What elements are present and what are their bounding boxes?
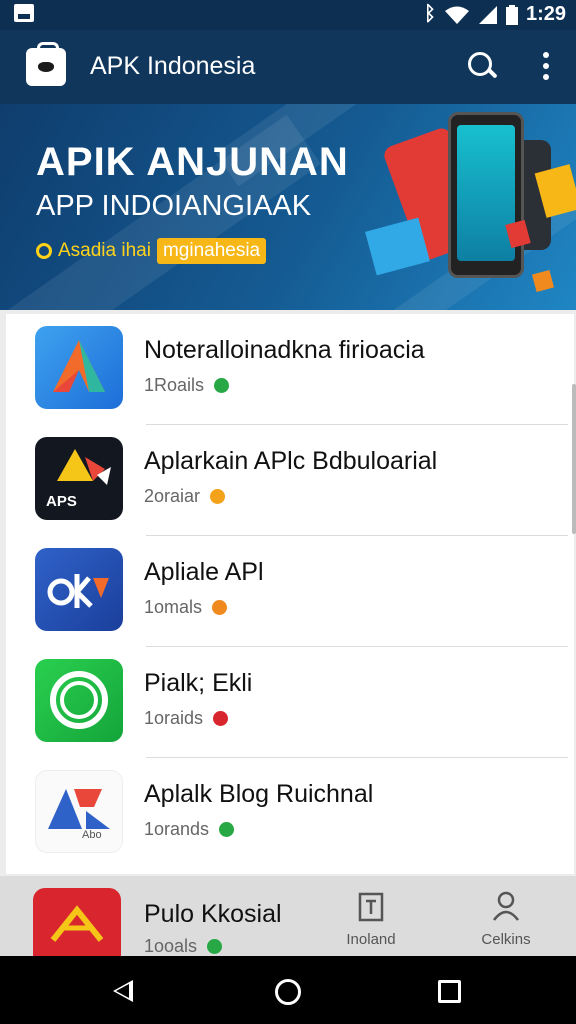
signal-icon [478,5,497,24]
bottom-bar: Pulo Kkosial 1ooals Inoland Celkins [0,876,576,956]
person-icon [493,891,519,921]
app-meta-text: 1Roails [144,375,205,395]
app-meta-text: 1ooals [144,936,198,956]
app-title: APK Indonesia [90,52,256,80]
chat-icon [35,659,123,742]
verified-badge-icon [213,711,229,726]
app-name: Noteralloinadkna firioacia [144,336,425,364]
app-meta-text: 1omals [144,597,203,617]
banner-headline: APIK ANJUNAN [36,140,349,184]
status-time: 1:29 [525,3,566,25]
status-bar: ᛒ 1:29 [0,0,576,30]
app-name: Aplalk Blog Ruichnal [144,780,374,808]
banner-tagline-b: mginahesia [156,238,267,264]
list-item[interactable]: Pulo Kkosial 1ooals [0,876,320,956]
more-options-button[interactable] [536,52,556,82]
bird-icon [35,326,123,409]
list-item[interactable]: Noteralloinadkna firioacia 1Roails [6,314,568,425]
search-button[interactable] [466,50,500,84]
tab-download-label: Inoland [346,931,396,948]
list-item[interactable]: APS Aplarkain APlc Bdbuloarial 2oraiar [6,425,568,536]
verified-badge-icon [210,489,226,504]
app-meta-text: 1orands [144,819,210,839]
app-meta: 1omals [144,597,228,618]
aps-icon: APS [35,437,123,520]
apk-icon [35,548,123,631]
verified-badge-icon [214,378,230,393]
tab-download[interactable]: Inoland [330,876,412,956]
app-name: Pulo Kkosial [144,900,282,928]
verified-badge-icon [219,822,235,837]
ak-icon [33,888,121,956]
app-list[interactable]: Noteralloinadkna firioacia 1Roails APS A… [6,314,576,874]
verified-badge-icon [207,939,223,954]
app-meta-text: 2oraiar [144,486,201,506]
tab-profile[interactable]: Celkins [466,876,546,956]
app-meta: 1oraids [144,708,229,729]
promo-banner[interactable]: APIK ANJUNAN APP INDOIANGIAAK Asadia iha… [0,104,576,310]
recents-button[interactable] [438,980,461,1003]
tab-profile-label: Celkins [481,931,531,948]
app-meta: 2oraiar [144,486,226,507]
scrollbar[interactable] [572,384,576,534]
list-item[interactable]: Pialk; Ekli 1oraids [6,647,568,758]
back-button[interactable] [113,980,133,1002]
app-logo-icon [26,42,66,86]
banner-tagline: Asadia ihai mginahesia [36,238,267,264]
app-name: Pialk; Ekli [144,669,253,697]
banner-tagline-a: Asadia ihai [58,240,151,261]
notification-icon [14,4,34,22]
download-icon [358,892,384,922]
wifi-icon [444,6,469,24]
ap-icon-text: Abo [82,829,102,841]
bluetooth-icon: ᛒ [423,3,436,25]
app-name: Apliale APl [144,558,264,586]
app-bar: APK Indonesia [0,30,576,104]
banner-subheadline: APP INDOIANGIAAK [36,190,312,222]
home-button[interactable] [275,979,301,1005]
app-meta: 1ooals [144,936,223,957]
system-nav-bar [0,956,576,1024]
list-item[interactable]: Apliale APl 1omals [6,536,568,647]
app-meta: 1Roails [144,375,230,396]
aps-icon-text: APS [46,493,77,510]
battery-icon [505,4,518,25]
app-meta-text: 1oraids [144,708,204,728]
ap-icon: Abo [35,770,123,853]
circle-icon [36,243,52,259]
app-name: Aplarkain APlc Bdbuloarial [144,447,438,475]
verified-badge-icon [212,600,228,615]
list-item[interactable]: Abo Aplalk Blog Ruichnal 1orands [6,758,568,869]
app-meta: 1orands [144,819,235,840]
